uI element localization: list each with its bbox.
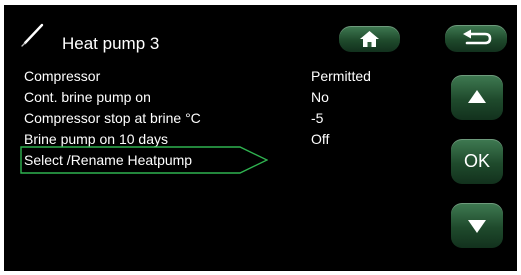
page-title: Heat pump 3	[62, 34, 160, 53]
back-button[interactable]	[445, 25, 507, 52]
back-arrow-icon	[463, 29, 492, 45]
home-button[interactable]	[339, 26, 400, 52]
menu-row-compressor[interactable]: Compressor Permitted	[4, 67, 444, 85]
arrow-down-icon	[468, 220, 486, 233]
arrow-up-icon	[468, 90, 486, 103]
menu-row-label: Compressor	[24, 68, 101, 84]
menu-row-select-rename-heatpump[interactable]: Select /Rename Heatpump	[4, 146, 444, 174]
menu-row-value: -5	[311, 110, 324, 126]
menu-row-label: Select /Rename Heatpump	[24, 152, 193, 168]
display-screen: Heat pump 3 Compressor Permitted Cont. b…	[4, 5, 517, 271]
ok-button[interactable]: OK	[451, 139, 503, 184]
menu-row-value: Off	[311, 131, 330, 147]
menu-row-value: No	[311, 89, 329, 105]
scroll-down-button[interactable]	[451, 203, 503, 248]
menu-row-compressor-stop-brine[interactable]: Compressor stop at brine °C -5	[4, 109, 444, 127]
ok-label: OK	[463, 151, 490, 171]
thermometer-probe-icon	[21, 23, 44, 47]
home-icon	[360, 31, 379, 47]
menu-row-label: Cont. brine pump on	[24, 89, 151, 105]
menu-row-value: Permitted	[311, 68, 371, 84]
menu-row-cont-brine-pump[interactable]: Cont. brine pump on No	[4, 88, 444, 106]
menu-row-label: Compressor stop at brine °C	[24, 110, 201, 126]
scroll-up-button[interactable]	[451, 75, 503, 120]
